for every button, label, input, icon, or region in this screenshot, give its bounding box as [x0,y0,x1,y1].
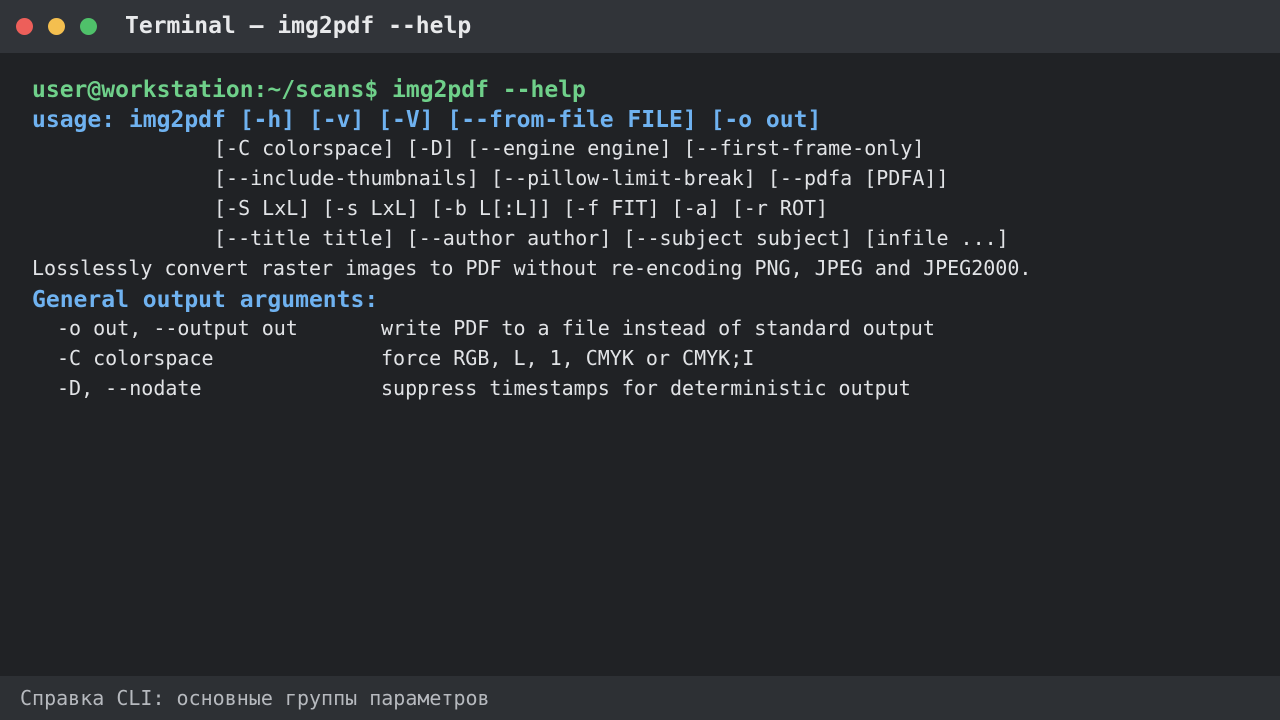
usage-continuation-line: [--title title] [--author author] [--sub… [214,226,1009,250]
command-prompt-line: user@workstation:~/scans$ img2pdf --help [32,77,586,103]
usage-continuation-line: [-S LxL] [-s LxL] [-b L[:L]] [-f FIT] [-… [214,196,829,220]
option-flag: -D, --nodate [57,376,202,400]
section-heading: General output arguments: [32,287,379,313]
usage-line: usage: img2pdf [-h] [-v] [-V] [--from-fi… [32,107,822,133]
status-bar: Справка CLI: основные группы параметров [0,676,1280,720]
option-flag: -C colorspace [57,346,214,370]
usage-continuation-line: [--include-thumbnails] [--pillow-limit-b… [214,166,949,190]
title-bar: Terminal — img2pdf --help [0,0,1280,53]
terminal-window: Terminal — img2pdf --help user@workstati… [0,0,1280,720]
close-window-button[interactable] [16,18,33,35]
maximize-window-button[interactable] [80,18,97,35]
usage-continuation-line: [-C colorspace] [-D] [--engine engine] [… [214,136,925,160]
description-line: Losslessly convert raster images to PDF … [32,256,1032,280]
option-description: suppress timestamps for deterministic ou… [381,376,911,400]
option-flag: -o out, --output out [57,316,298,340]
window-title: Terminal — img2pdf --help [125,13,472,39]
option-description: force RGB, L, 1, CMYK or CMYK;I [381,346,755,370]
status-text: Справка CLI: основные группы параметров [20,686,490,710]
minimize-window-button[interactable] [48,18,65,35]
option-description: write PDF to a file instead of standard … [381,316,935,340]
